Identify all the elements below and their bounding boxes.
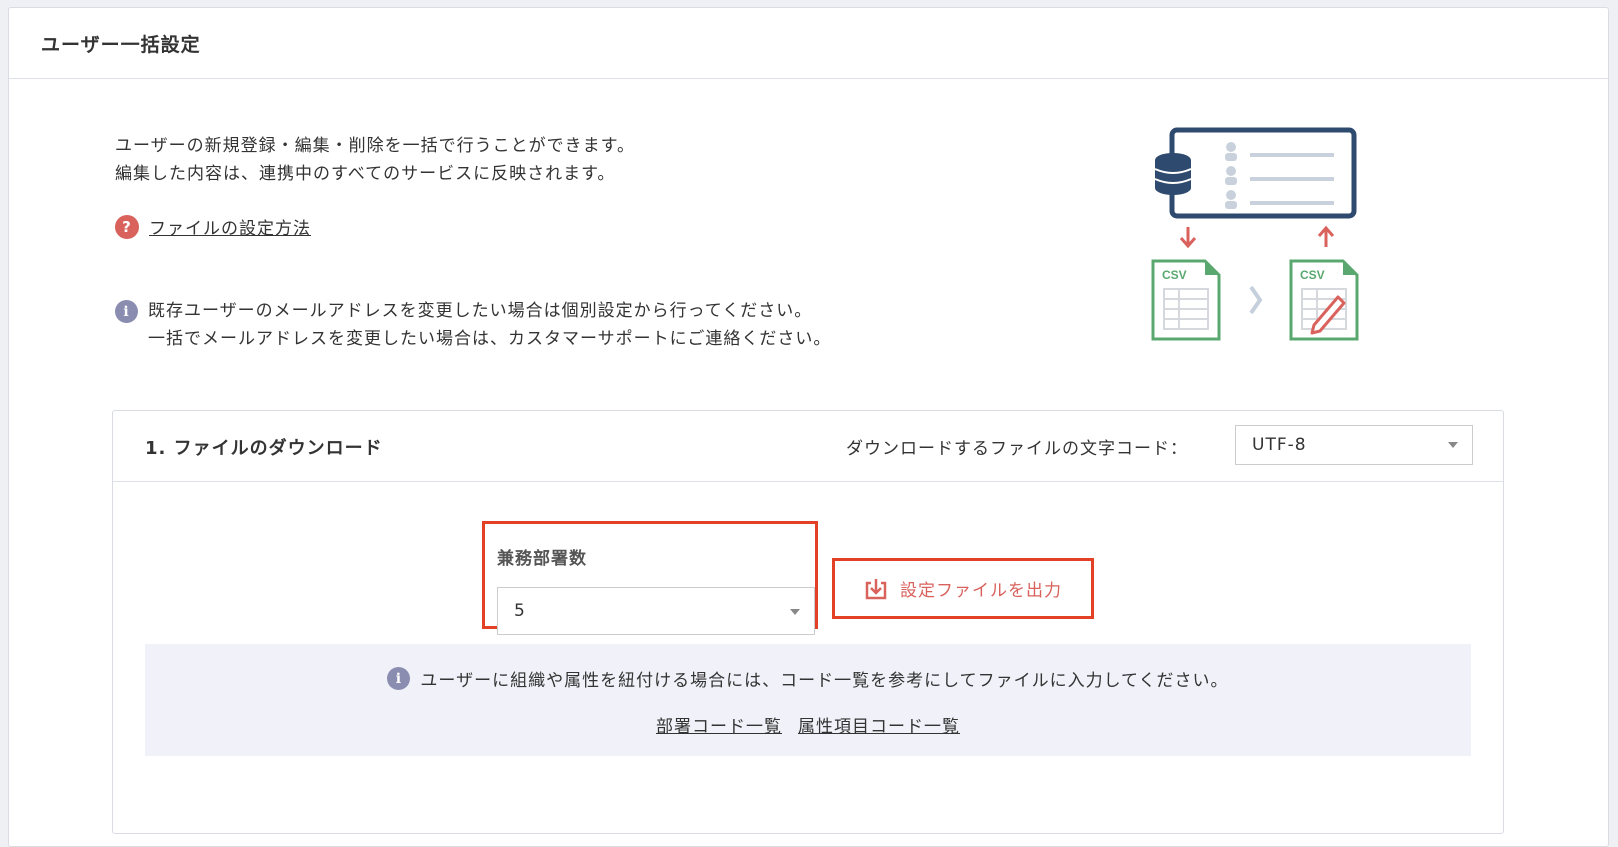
export-button-label: 設定ファイルを出力: [900, 581, 1062, 601]
download-icon: [865, 578, 887, 599]
dept-count-select[interactable]: 5: [497, 587, 815, 635]
database-icon: [1154, 153, 1192, 195]
arrow-up-icon: [1317, 225, 1335, 247]
dept-count-label: 兼務部署数: [497, 549, 587, 569]
chevron-right-icon: [1249, 285, 1263, 315]
help-link-row: ? ファイルの設定方法: [115, 214, 311, 239]
dept-code-list-link[interactable]: 部署コード一覧: [656, 712, 782, 737]
chevron-down-icon: [790, 609, 800, 615]
download-section: 1. ファイルのダウンロード ダウンロードするファイルの文字コード： UTF-8…: [112, 410, 1504, 834]
email-notice: i 既存ユーザーのメールアドレスを変更したい場合は個別設定から行ってください。 …: [115, 297, 831, 353]
notice-line-1: 既存ユーザーのメールアドレスを変更したい場合は個別設定から行ってください。: [148, 301, 813, 321]
svg-text:CSV: CSV: [1162, 268, 1187, 282]
encoding-value: UTF-8: [1252, 435, 1307, 455]
code-info-panel: i ユーザーに組織や属性を紐付ける場合には、コード一覧を参考にしてファイルに入力…: [145, 644, 1471, 756]
intro-line-2: 編集した内容は、連携中のすべてのサービスに反映されます。: [115, 164, 616, 184]
notice-line-2: 一括でメールアドレスを変更したい場合は、カスタマーサポートにご連絡ください。: [148, 329, 832, 349]
svg-text:CSV: CSV: [1300, 268, 1325, 282]
csv-file-right: CSV: [1289, 259, 1359, 341]
encoding-label: ダウンロードするファイルの文字コード：: [846, 439, 1188, 459]
info-icon: i: [115, 300, 138, 323]
intro-text: ユーザーの新規登録・編集・削除を一括で行うことができます。 編集した内容は、連携…: [115, 132, 635, 188]
page-card: ユーザー一括設定 ユーザーの新規登録・編集・削除を一括で行うことができます。 編…: [8, 7, 1609, 847]
attribute-code-list-link[interactable]: 属性項目コード一覧: [798, 712, 960, 737]
csv-file-left: CSV: [1151, 259, 1221, 341]
csv-sync-illustration: CSV CSV: [1151, 127, 1359, 341]
download-section-title: 1. ファイルのダウンロード: [145, 438, 383, 459]
download-section-header: 1. ファイルのダウンロード ダウンロードするファイルの文字コード： UTF-8: [113, 411, 1503, 482]
code-info-text: ユーザーに組織や属性を紐付ける場合には、コード一覧を参考にしてファイルに入力して…: [420, 671, 1229, 691]
code-list-links: 部署コード一覧 属性項目コード一覧: [145, 712, 1471, 737]
export-settings-file-button[interactable]: 設定ファイルを出力: [835, 561, 1091, 616]
page-title: ユーザー一括設定: [41, 33, 201, 56]
encoding-select[interactable]: UTF-8: [1235, 425, 1473, 465]
intro-line-1: ユーザーの新規登録・編集・削除を一括で行うことができます。: [115, 136, 635, 156]
dept-count-value: 5: [514, 601, 525, 621]
chevron-down-icon: [1448, 442, 1458, 448]
page-header: ユーザー一括設定: [9, 8, 1608, 79]
info-icon: i: [387, 667, 411, 690]
arrow-down-icon: [1179, 227, 1197, 249]
question-icon: ?: [115, 214, 139, 239]
code-info-line: i ユーザーに組織や属性を紐付ける場合には、コード一覧を参考にしてファイルに入力…: [145, 666, 1471, 691]
file-settings-help-link[interactable]: ファイルの設定方法: [149, 214, 311, 239]
